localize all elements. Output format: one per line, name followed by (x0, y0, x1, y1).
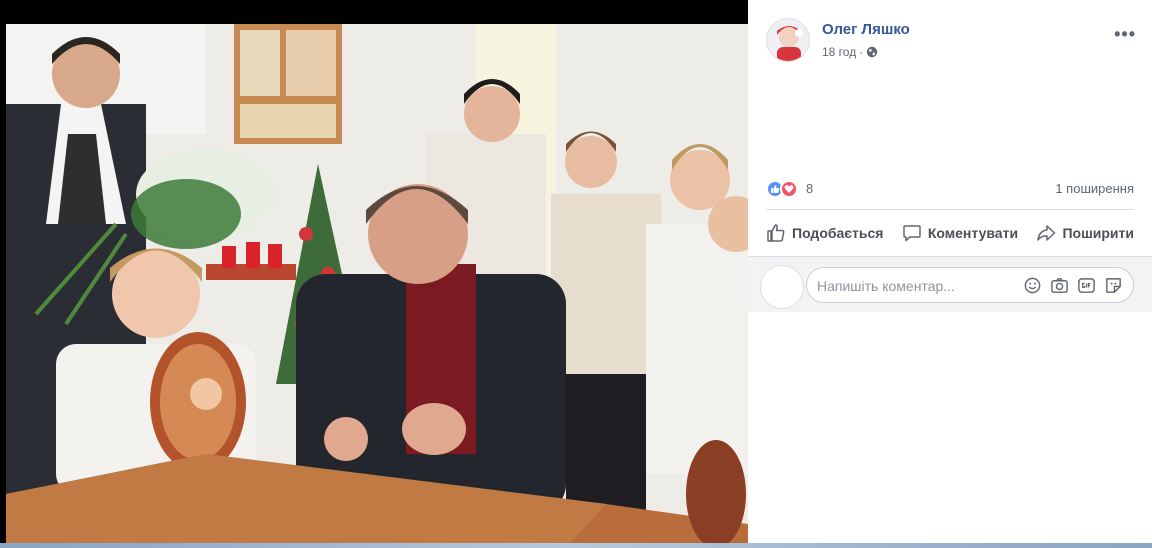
camera-icon[interactable] (1050, 276, 1069, 295)
emoji-icon[interactable] (1023, 276, 1042, 295)
comment-box[interactable] (806, 267, 1134, 303)
author-avatar[interactable] (766, 18, 810, 62)
globe-icon[interactable] (866, 46, 878, 58)
post-time[interactable]: 18 год (822, 45, 856, 59)
photo-illustration (6, 24, 748, 548)
post-header: Олег Ляшко 18 год · ••• (766, 18, 1138, 64)
avatar-image (767, 19, 809, 61)
comment-icon (903, 225, 921, 242)
comment-tools (1023, 276, 1123, 295)
share-button[interactable]: Поширити (1036, 223, 1134, 243)
sticker-icon[interactable] (1104, 276, 1123, 295)
shares-count[interactable]: 1 поширення (1055, 181, 1134, 196)
like-label: Подобається (792, 225, 884, 241)
share-label: Поширити (1062, 225, 1134, 241)
comment-input[interactable] (817, 276, 1017, 296)
post-side-panel: Олег Ляшко 18 год · ••• 8 1 поширення По… (748, 0, 1152, 548)
more-options-button[interactable]: ••• (1114, 24, 1136, 45)
window-bottom-edge (0, 543, 1152, 548)
comment-label: Коментувати (927, 225, 1019, 241)
reactions-summary: 8 1 поширення (766, 178, 1134, 200)
post-meta: 18 год · (822, 45, 878, 59)
comment-button[interactable]: Коментувати (902, 223, 1018, 243)
photo-viewer[interactable] (0, 0, 748, 548)
post-actions: Подобається Коментувати Поширити (766, 214, 1134, 252)
reaction-icons[interactable] (766, 180, 798, 198)
comment-composer (748, 256, 1152, 312)
love-icon (780, 180, 798, 198)
reaction-count[interactable]: 8 (806, 181, 813, 196)
author-name[interactable]: Олег Ляшко (822, 21, 910, 38)
post-photo[interactable] (6, 24, 748, 548)
thumbs-up-icon (767, 224, 785, 242)
user-avatar[interactable] (760, 265, 804, 309)
divider (766, 209, 1134, 210)
gif-icon[interactable] (1077, 276, 1096, 295)
share-icon (1037, 225, 1056, 241)
like-button[interactable]: Подобається (766, 223, 883, 243)
